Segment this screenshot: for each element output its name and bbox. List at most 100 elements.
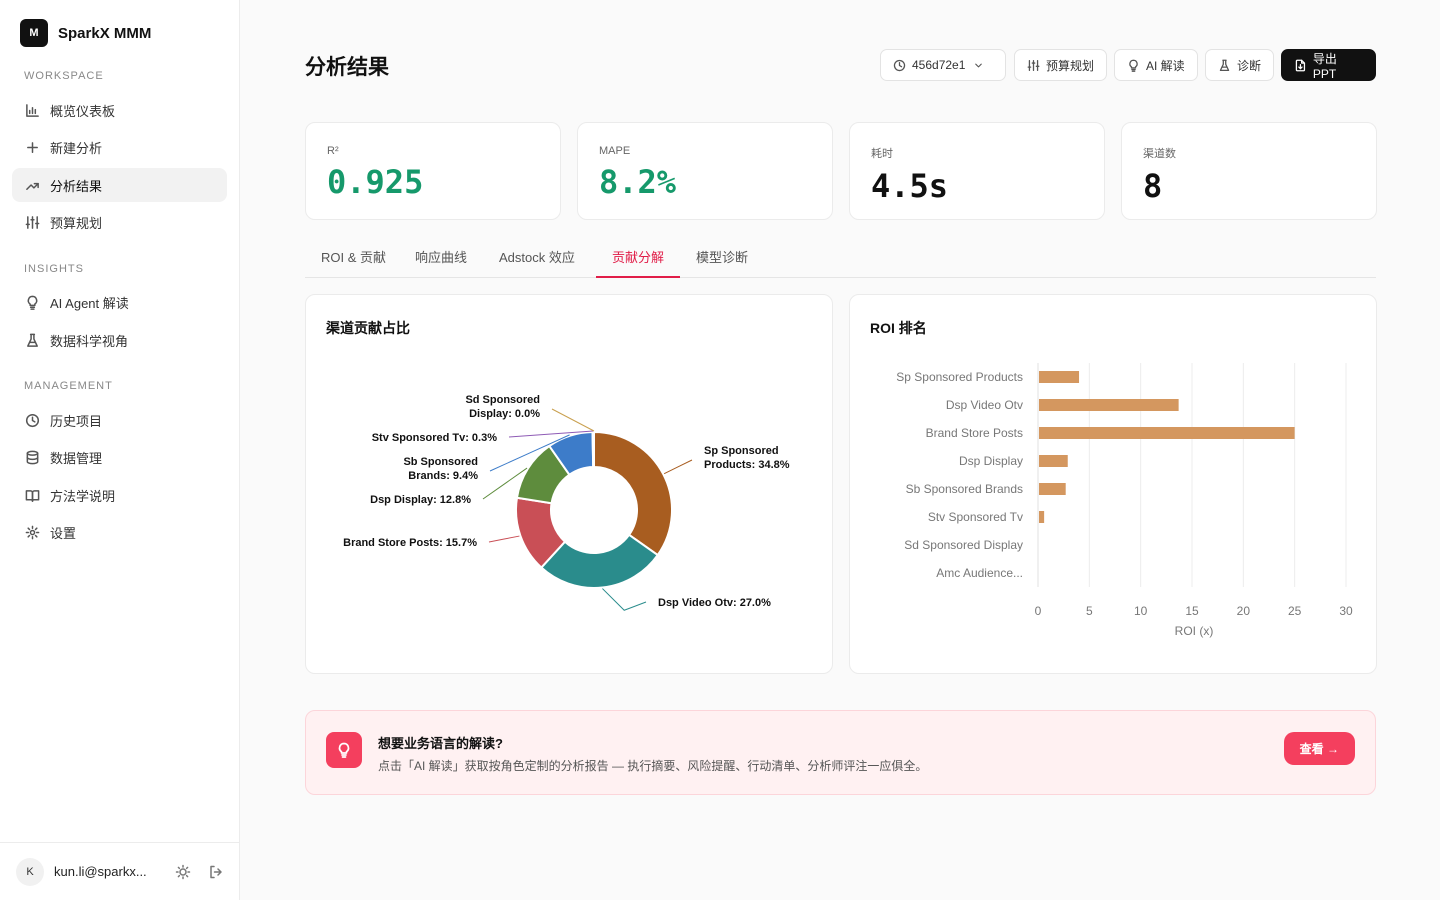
x-tick-label: 5 <box>1086 604 1093 618</box>
roi-bar[interactable] <box>1039 371 1080 383</box>
y-category-label: Amc Audience... <box>936 566 1023 580</box>
donut-leader-line <box>551 408 595 432</box>
sidebar-item-methodology[interactable]: 方法学说明 <box>12 478 227 512</box>
metric-label: R² <box>327 145 339 157</box>
tab-adstock[interactable]: Adstock 效应 <box>483 237 591 278</box>
y-category-label: Dsp Video Otv <box>946 398 1023 412</box>
metric-value: 0.925 <box>327 163 424 201</box>
sidebar-item-dashboard[interactable]: 概览仪表板 <box>12 93 227 127</box>
x-tick-label: 30 <box>1339 604 1353 618</box>
lightbulb-icon <box>24 294 40 310</box>
budget-plan-button[interactable]: 预算规划 <box>1014 49 1108 81</box>
tab-model-diagnostics[interactable]: 模型诊断 <box>680 237 764 278</box>
clock-icon <box>24 412 40 428</box>
sidebar: M SparkX MMM WORKSPACE 概览仪表板 新建分析 分析结果 预… <box>0 0 240 900</box>
x-tick-label: 25 <box>1288 604 1302 618</box>
budget-plan-label: 预算规划 <box>1046 58 1095 73</box>
version-select[interactable]: 456d72e1 <box>880 49 1006 81</box>
ai-interpret-button[interactable]: AI 解读 <box>1114 49 1198 81</box>
sidebar-item-results[interactable]: 分析结果 <box>12 168 227 202</box>
metric-label: MAPE <box>599 145 631 157</box>
sidebar-item-ai-agent[interactable]: AI Agent 解读 <box>12 285 227 319</box>
tab-bar: ROI & 贡献 响应曲线 Adstock 效应 贡献分解 模型诊断 <box>305 237 1376 278</box>
donut-label: Brand Store Posts: 15.7% <box>343 537 477 549</box>
sidebar-item-budget[interactable]: 预算规划 <box>12 205 227 239</box>
metric-label: 耗时 <box>871 148 893 160</box>
view-button[interactable]: 查看 → <box>1283 732 1355 765</box>
sidebar-item-data-management[interactable]: 数据管理 <box>12 440 227 474</box>
y-category-label: Sp Sponsored Products <box>896 370 1023 384</box>
roi-bar[interactable] <box>1039 483 1066 495</box>
clock-icon <box>893 59 906 71</box>
sidebar-item-label: AI Agent 解读 <box>50 295 129 311</box>
brand-name: SparkX MMM <box>58 24 152 42</box>
roi-bar[interactable] <box>1039 511 1045 523</box>
sidebar-item-new-analysis[interactable]: 新建分析 <box>12 130 227 164</box>
banner-description: 点击「AI 解读」获取按角色定制的分析报告 — 执行摘要、风险提醒、行动清单、分… <box>378 759 928 773</box>
diagnose-button[interactable]: 诊断 <box>1205 49 1275 81</box>
donut-label: Sb Sponsored Brands: 9.4% <box>403 456 478 482</box>
lightbulb-icon <box>1129 59 1138 72</box>
donut-leader-line <box>488 535 520 543</box>
roi-bar[interactable] <box>1039 455 1068 467</box>
x-axis-label: ROI (x) <box>1175 624 1214 638</box>
flask-icon <box>1219 59 1230 71</box>
contribution-card: 渠道贡献占比 Sp Sponsored Products: 34.8% Dsp Vi… <box>305 294 833 674</box>
roi-bar[interactable] <box>1039 399 1179 411</box>
y-category-label: Dsp Display <box>959 454 1023 468</box>
x-tick-label: 10 <box>1134 604 1148 618</box>
metric-label: 渠道数 <box>1143 148 1176 160</box>
flask-icon <box>24 332 40 348</box>
sidebar-item-label: 分析结果 <box>50 178 103 194</box>
database-icon <box>24 449 40 465</box>
sidebar-item-label: 历史项目 <box>50 413 103 429</box>
sidebar-item-label: 新建分析 <box>50 140 103 156</box>
y-category-label: Stv Sponsored Tv <box>928 510 1023 524</box>
section-label-workspace: WORKSPACE <box>24 70 104 82</box>
diagnose-label: 诊断 <box>1237 58 1262 73</box>
banner-title: 想要业务语言的解读? <box>378 736 503 751</box>
x-tick-label: 20 <box>1237 604 1251 618</box>
ai-interpret-banner: 想要业务语言的解读? 点击「AI 解读」获取按角色定制的分析报告 — 执行摘要、… <box>305 710 1376 795</box>
roi-bar-chart: 0 5 10 15 20 25 30 Sp Sponsored Products Dsp Vid… <box>896 363 1353 638</box>
section-label-management: MANAGEMENT <box>24 380 113 392</box>
book-icon <box>24 487 40 503</box>
x-tick-label: 0 <box>1035 604 1042 618</box>
sidebar-item-label: 数据管理 <box>50 450 103 466</box>
roi-bar[interactable] <box>1039 427 1295 439</box>
logout-icon[interactable] <box>208 864 224 880</box>
brand-logo: M <box>20 19 48 47</box>
metric-card-channels: 渠道数 8 <box>1121 122 1377 220</box>
sidebar-item-data-science[interactable]: 数据科学视角 <box>12 323 227 357</box>
bar-chart-icon <box>24 102 40 118</box>
tab-response-curve[interactable]: 响应曲线 <box>399 237 483 278</box>
page-title: 分析结果 <box>305 56 389 79</box>
lightbulb-icon <box>326 732 362 768</box>
sliders-icon <box>24 214 40 230</box>
version-select-value: 456d72e1 <box>912 58 966 72</box>
donut-label: Dsp Display: 12.8% <box>370 494 471 506</box>
brand[interactable]: M SparkX MMM <box>20 19 151 47</box>
tab-roi-contribution[interactable]: ROI & 贡献 <box>305 237 402 278</box>
tab-contribution-breakdown[interactable]: 贡献分解 <box>596 237 681 278</box>
metric-card-duration: 耗时 4.5s <box>849 122 1105 220</box>
sidebar-item-label: 预算规划 <box>50 215 103 231</box>
y-category-label: Brand Store Posts <box>926 426 1023 440</box>
donut-slice[interactable] <box>591 430 595 469</box>
section-label-insights: INSIGHTS <box>24 263 84 275</box>
avatar[interactable]: K <box>16 857 44 886</box>
x-tick-label: 15 <box>1185 604 1199 618</box>
sidebar-item-label: 概览仪表板 <box>50 103 116 119</box>
user-email[interactable]: kun.li@sparkx... <box>54 864 162 879</box>
donut-label: Sp Sponsored Products: 34.8% <box>704 445 790 471</box>
sidebar-item-history[interactable]: 历史项目 <box>12 403 227 437</box>
export-ppt-label: 导出 PPT <box>1312 51 1337 81</box>
gear-icon <box>24 524 40 540</box>
donut-leader-line <box>602 588 647 611</box>
sun-icon[interactable] <box>175 864 191 880</box>
file-export-icon <box>1295 59 1306 71</box>
sidebar-item-label: 方法学说明 <box>50 488 116 504</box>
export-ppt-button[interactable]: 导出 PPT <box>1281 49 1376 81</box>
sidebar-item-settings[interactable]: 设置 <box>12 515 227 549</box>
metric-value: 8 <box>1143 167 1163 205</box>
